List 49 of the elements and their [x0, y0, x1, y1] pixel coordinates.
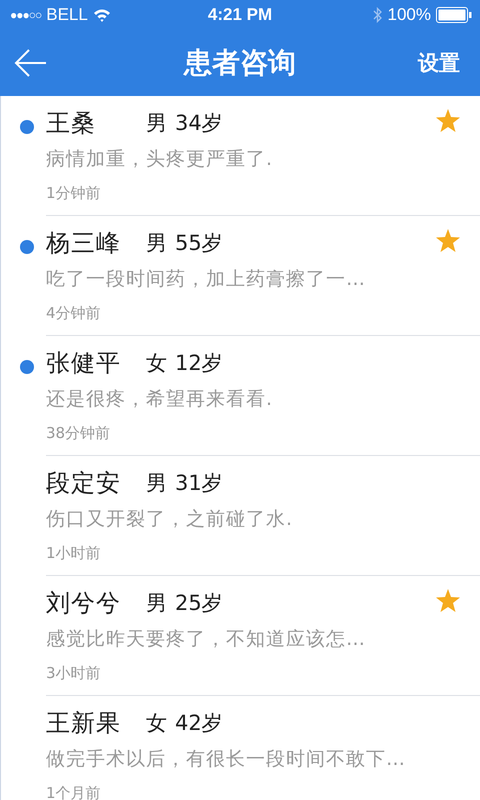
patient-list-item[interactable]: 段定安 男 31岁 伤口又开裂了，之前碰了水. 1小时前: [1, 456, 480, 576]
patient-list-item[interactable]: 刘兮兮 男 25岁 感觉比昨天要疼了，不知道应该怎… 3小时前: [1, 576, 480, 696]
message-preview: 吃了一段时间药，加上药膏擦了一…: [46, 267, 367, 292]
patient-age: 12岁: [175, 350, 223, 377]
patient-name: 刘兮兮: [46, 588, 122, 619]
message-time: 3小时前: [46, 664, 102, 683]
star-icon[interactable]: [436, 588, 460, 612]
message-preview: 还是很疼，希望再来看看.: [46, 387, 274, 412]
message-preview: 伤口又开裂了，之前碰了水.: [46, 507, 294, 532]
battery-percentage: 100%: [388, 5, 431, 25]
message-time: 1小时前: [46, 544, 102, 563]
message-time: 38分钟前: [46, 424, 112, 443]
patient-name: 段定安: [46, 468, 122, 499]
message-time: 1分钟前: [46, 184, 102, 203]
patient-gender: 男: [146, 110, 167, 137]
patient-gender: 女: [146, 710, 167, 737]
message-time: 1个月前: [46, 784, 102, 800]
patient-gender: 男: [146, 470, 167, 497]
patient-list-item[interactable]: 杨三峰 男 55岁 吃了一段时间药，加上药膏擦了一… 4分钟前: [1, 216, 480, 336]
battery-icon: [436, 7, 472, 23]
patient-age: 34岁: [175, 110, 223, 137]
patient-age: 55岁: [175, 230, 223, 257]
patient-age: 42岁: [175, 710, 223, 737]
carrier-name: BELL: [46, 5, 88, 25]
star-icon[interactable]: [436, 228, 460, 252]
patient-gender: 女: [146, 350, 167, 377]
patient-list-item[interactable]: 张健平 女 12岁 还是很疼，希望再来看看. 38分钟前: [1, 336, 480, 456]
wifi-icon: [92, 8, 111, 22]
page-title: 患者咨询: [184, 45, 296, 81]
message-time: 4分钟前: [46, 304, 102, 323]
patient-list-item[interactable]: 王新果 女 42岁 做完手术以后，有很长一段时间不敢下… 1个月前: [1, 696, 480, 800]
settings-button[interactable]: 设置: [418, 49, 460, 77]
back-button[interactable]: [14, 49, 48, 77]
patient-name: 杨三峰: [46, 228, 122, 259]
patient-age: 31岁: [175, 470, 223, 497]
message-preview: 做完手术以后，有很长一段时间不敢下…: [46, 747, 407, 772]
patient-name: 王新果: [46, 708, 122, 739]
patient-gender: 男: [146, 590, 167, 617]
patient-list-item[interactable]: 王桑 男 34岁 病情加重，头疼更严重了. 1分钟前: [1, 96, 480, 216]
signal-strength: ●●●○○: [10, 8, 42, 22]
patient-name: 王桑: [46, 108, 97, 139]
star-icon[interactable]: [436, 108, 460, 132]
message-preview: 病情加重，头疼更严重了.: [46, 147, 274, 172]
patient-name: 张健平: [46, 348, 122, 379]
patient-gender: 男: [146, 230, 167, 257]
bluetooth-icon: [372, 7, 383, 23]
patient-age: 25岁: [175, 590, 223, 617]
message-preview: 感觉比昨天要疼了，不知道应该怎…: [46, 627, 367, 652]
clock-time: 4:21 PM: [208, 5, 272, 25]
